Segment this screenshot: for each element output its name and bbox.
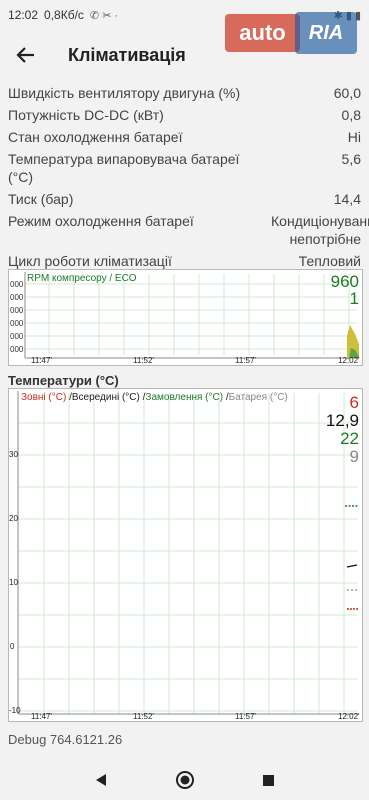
param-value: 5,6 (341, 151, 361, 167)
inside-temp-value: 12,9 (325, 411, 359, 430)
y-tick-label: 30 (9, 450, 18, 459)
status-speed: 0,8Кб/с (44, 8, 84, 22)
param-value: Ні (347, 129, 361, 145)
param-value: 60,0 (333, 85, 361, 101)
back-button[interactable] (0, 30, 52, 80)
param-row: Потужність DC-DC (кВт) 0,8 (0, 106, 369, 124)
x-tick-label: 11:52' (133, 712, 154, 721)
x-tick-label: 11:57' (235, 712, 256, 721)
y-tick-label: 000 (10, 280, 24, 289)
series-inside-line (346, 564, 358, 568)
y-tick-label: -10 (9, 706, 21, 715)
param-value: 0,8 (341, 107, 361, 123)
target-temp-value: 22 (340, 429, 359, 448)
param-value: 14,4 (333, 191, 361, 207)
param-label: Стан охолодження батареї (8, 129, 183, 145)
square-recents-icon (263, 774, 274, 786)
param-label: Температура випаровувача батареї (°C) (8, 151, 240, 185)
y-tick-label: 000 (10, 319, 24, 328)
compressor-chart-grid (24, 272, 359, 359)
parameter-list: Швидкість вентилятору двигуна (%) 60,0 П… (0, 84, 369, 292)
page-title: Клімативація (68, 44, 186, 65)
legend-battery: Батарея (°C) (228, 392, 288, 403)
circle-home-icon (175, 771, 194, 789)
x-tick-label: 11:47' (31, 712, 52, 721)
nav-back-button[interactable] (89, 768, 113, 792)
y-tick-label: 0 (10, 642, 15, 651)
app-bar: Клімативація (0, 30, 369, 80)
param-label: Режим охолодження батареї (8, 213, 194, 229)
y-tick-label: 000 (10, 306, 24, 315)
y-tick-label: 000 (10, 332, 24, 341)
param-label: Швидкість вентилятору двигуна (%) (8, 85, 241, 101)
system-nav-bar (0, 760, 369, 800)
arrow-back-icon (16, 47, 34, 63)
param-row: Температура випаровувача батареї (°C) 5,… (0, 150, 369, 186)
y-tick-label: 000 (10, 293, 24, 302)
compressor-chart: 000 000 000 000 000 000 RPM компресору /… (8, 269, 363, 366)
legend-inside: Всередині (°C) (71, 392, 140, 403)
debug-label: Debug 764.6121.26 (8, 732, 123, 747)
param-row: Стан охолодження батареї Ні (0, 128, 369, 146)
temperature-legend: Зовні (°C) /Всередині (°C) /Замовлення (… (21, 392, 288, 403)
param-row: Режим охолодження батареї Кондиціонуван н… (0, 212, 369, 248)
temperatures-heading: Температури (°C) (8, 373, 119, 388)
legend-target: Замовлення (°C) (145, 392, 224, 403)
param-label: Тиск (бар) (8, 191, 74, 207)
nav-home-button[interactable] (173, 768, 197, 792)
nav-recents-button[interactable] (257, 768, 281, 792)
param-row: Швидкість вентилятору двигуна (%) 60,0 (0, 84, 369, 102)
status-time: 12:02 (8, 8, 39, 22)
x-tick-label: 12:02' (338, 712, 360, 721)
x-tick-label: 11:52' (133, 356, 154, 365)
temperature-chart-grid (17, 391, 359, 715)
eco-value: 1 (349, 289, 359, 308)
temperature-chart: Зовні (°C) /Всередині (°C) /Замовлення (… (8, 388, 363, 722)
outside-temp-value: 6 (349, 393, 359, 412)
compressor-legend: RPM компресору / ECO (27, 273, 137, 284)
status-icons: ✆ ✂ · (89, 9, 119, 22)
triangle-back-icon (95, 774, 106, 786)
y-tick-label: 10 (9, 578, 18, 587)
x-tick-label: 11:47' (31, 356, 52, 365)
param-row: Тиск (бар) 14,4 (0, 190, 369, 208)
battery-temp-value: 9 (349, 447, 359, 466)
y-tick-label: 20 (9, 514, 18, 523)
x-tick-label: 12:02' (338, 356, 360, 365)
legend-outside: Зовні (°C) (21, 392, 67, 403)
y-tick-label: 000 (10, 345, 24, 354)
param-label: Потужність DC-DC (кВт) (8, 107, 164, 123)
param-value: Кондиціонування непотрібне (271, 213, 369, 247)
x-tick-label: 11:57' (235, 356, 256, 365)
